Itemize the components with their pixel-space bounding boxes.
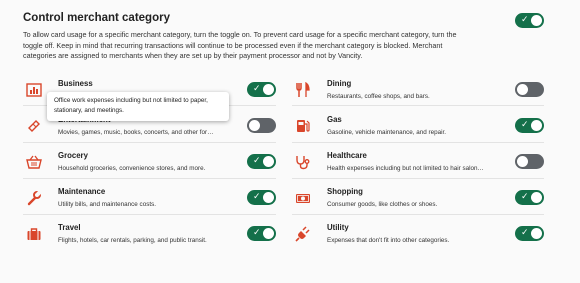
check-icon: ✓ (521, 120, 529, 130)
divider (292, 214, 544, 215)
master-toggle[interactable]: ✓ (515, 13, 544, 28)
category-description: Gasoline, vehicle maintenance, and repai… (327, 129, 447, 136)
page-title: Control merchant category (23, 12, 170, 24)
category-description: Household groceries, convenience stores,… (58, 165, 206, 172)
category-name: Business (58, 79, 93, 88)
toggle-knob (517, 84, 528, 95)
money-icon (295, 190, 311, 206)
toggle-grocery[interactable]: ✓ (247, 154, 276, 169)
category-name: Grocery (58, 151, 88, 160)
business-tooltip: Office work expenses including but not l… (47, 92, 229, 121)
toggle-travel[interactable]: ✓ (247, 226, 276, 241)
category-row-utility: Utility Expenses that don't fit into oth… (292, 219, 544, 255)
ticket-icon (26, 118, 42, 134)
toggle-knob (263, 192, 274, 203)
category-name: Maintenance (58, 187, 106, 196)
toggle-healthcare[interactable] (515, 154, 544, 169)
check-icon: ✓ (521, 192, 529, 202)
toggle-utility[interactable]: ✓ (515, 226, 544, 241)
category-name: Utility (327, 223, 349, 232)
check-icon: ✓ (253, 84, 261, 94)
plug-icon (295, 226, 311, 242)
check-icon: ✓ (521, 228, 529, 238)
toggle-shopping[interactable]: ✓ (515, 190, 544, 205)
category-description: Flights, hotels, car rentals, parking, a… (58, 237, 207, 244)
divider (292, 142, 544, 143)
toggle-knob (263, 156, 274, 167)
category-description: Utility bills, and maintenance costs. (58, 201, 156, 208)
category-name: Gas (327, 115, 342, 124)
check-icon: ✓ (253, 156, 261, 166)
divider (292, 178, 544, 179)
divider (23, 214, 276, 215)
category-name: Dining (327, 79, 352, 88)
category-row-travel: Travel Flights, hotels, car rentals, par… (23, 219, 276, 255)
suitcase-icon (26, 226, 42, 242)
toggle-maintenance[interactable]: ✓ (247, 190, 276, 205)
toggle-entertainment[interactable] (247, 118, 276, 133)
chart-icon (26, 82, 42, 98)
check-icon: ✓ (253, 192, 261, 202)
toggle-knob (531, 192, 542, 203)
toggle-knob (531, 228, 542, 239)
toggle-knob (531, 15, 542, 26)
divider (292, 105, 544, 106)
category-name: Healthcare (327, 151, 367, 160)
gas-pump-icon (295, 118, 311, 134)
check-icon: ✓ (521, 15, 529, 25)
basket-icon (26, 154, 42, 170)
utensils-icon (295, 82, 311, 98)
toggle-knob (517, 156, 528, 167)
category-name: Travel (58, 223, 81, 232)
check-icon: ✓ (253, 228, 261, 238)
stethoscope-icon (295, 154, 311, 170)
category-description: Restaurants, coffee shops, and bars. (327, 93, 430, 100)
category-description: Health expenses including but not limite… (327, 165, 484, 172)
category-description: Consumer goods, like clothes or shoes. (327, 201, 438, 208)
merchant-category-panel: Control merchant category To allow card … (0, 0, 580, 283)
category-name: Shopping (327, 187, 363, 196)
toggle-gas[interactable]: ✓ (515, 118, 544, 133)
wrench-icon (26, 190, 42, 206)
toggle-knob (531, 120, 542, 131)
category-description: Movies, games, music, books, concerts, a… (58, 129, 214, 136)
toggle-knob (263, 84, 274, 95)
divider (23, 178, 276, 179)
toggle-knob (249, 120, 260, 131)
toggle-business[interactable]: ✓ (247, 82, 276, 97)
category-description: Expenses that don't fit into other categ… (327, 237, 450, 244)
toggle-dining[interactable] (515, 82, 544, 97)
toggle-knob (263, 228, 274, 239)
divider (23, 142, 276, 143)
page-description: To allow card usage for a specific merch… (23, 30, 457, 60)
